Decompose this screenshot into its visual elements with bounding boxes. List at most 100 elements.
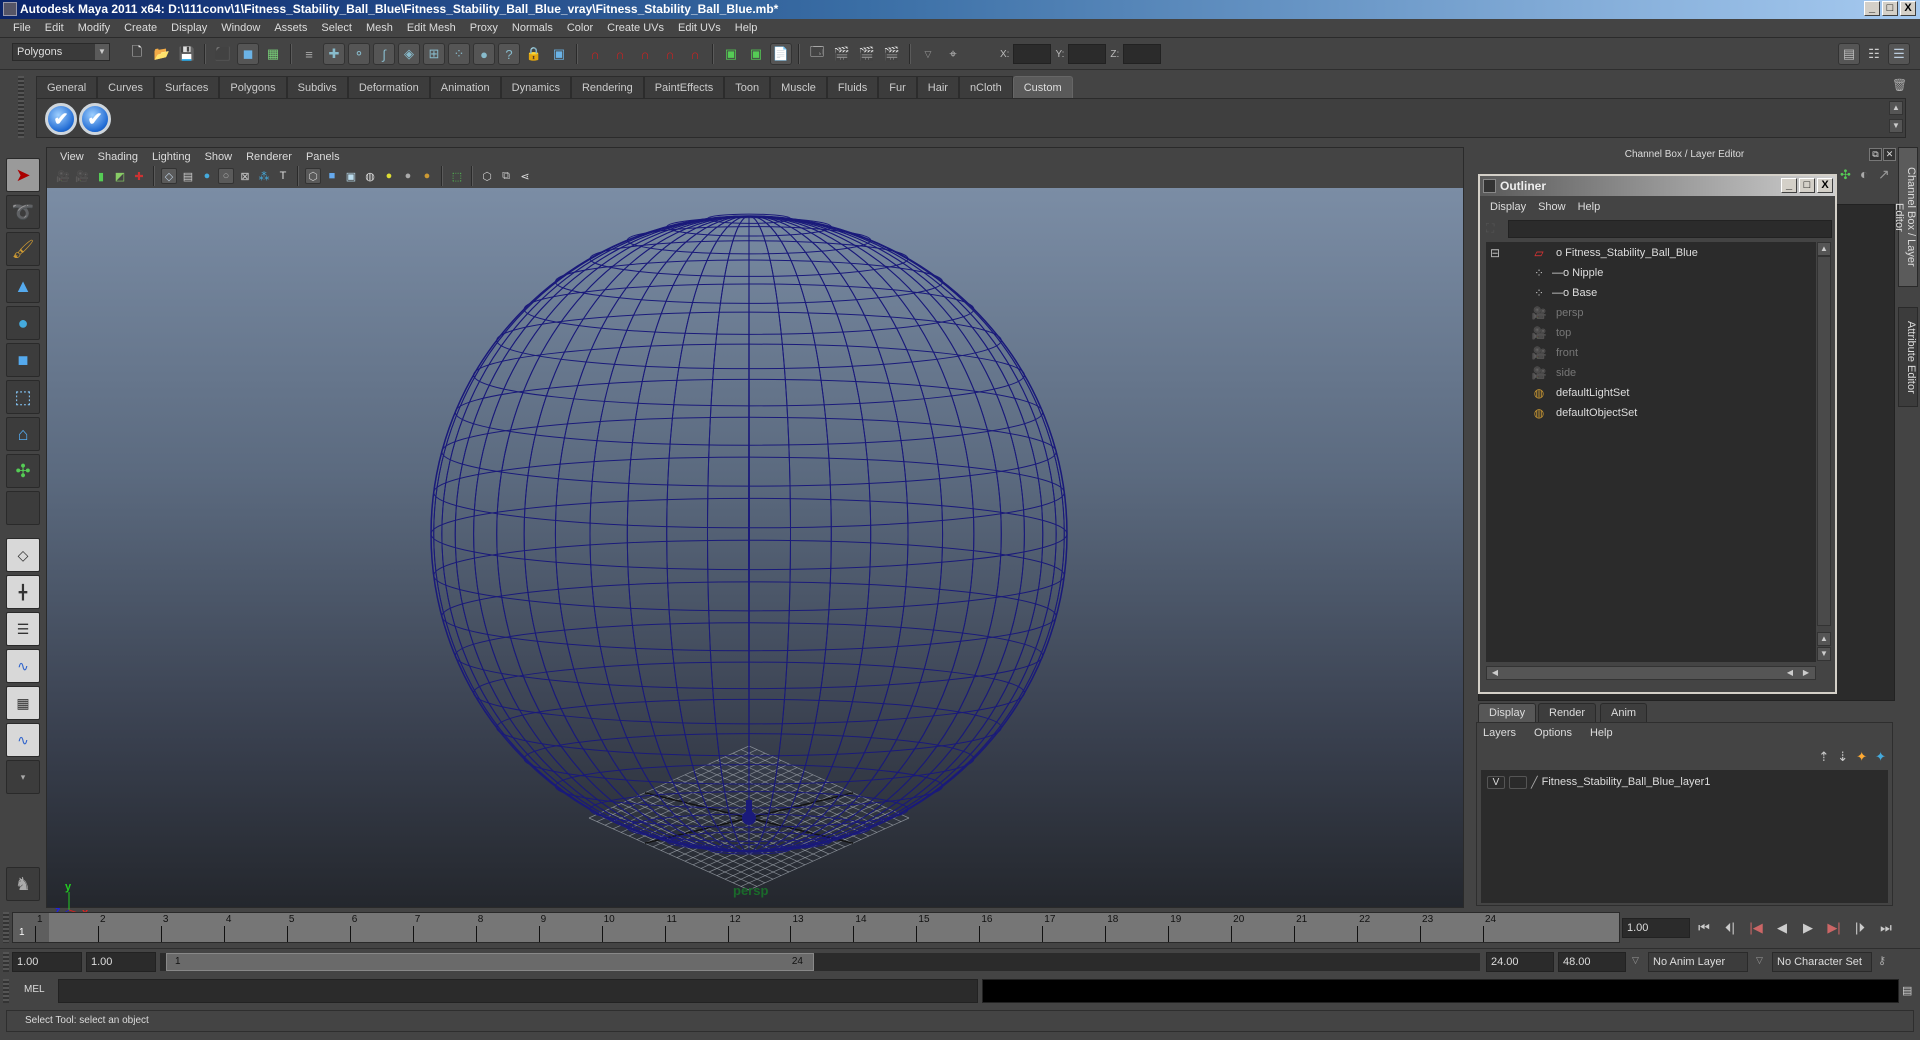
- layout-menu-button[interactable]: ▾: [6, 760, 40, 794]
- shelf-tab-painteffects[interactable]: PaintEffects: [643, 76, 725, 98]
- layer-playback-toggle[interactable]: [1509, 775, 1527, 789]
- shelf-tab-polygons[interactable]: Polygons: [219, 76, 287, 98]
- lasso-tool-button[interactable]: ➰: [6, 195, 40, 229]
- minimize-button[interactable]: _: [1864, 1, 1880, 16]
- high-quality-icon[interactable]: ●: [419, 168, 435, 184]
- menu-edit[interactable]: Edit: [38, 22, 71, 34]
- menu-proxy[interactable]: Proxy: [463, 22, 505, 34]
- playback-start-field[interactable]: 1.00: [86, 952, 156, 972]
- collapse-toggle-icon[interactable]: ⊟: [1490, 244, 1500, 262]
- viewport-menu-renderer[interactable]: Renderer: [239, 151, 299, 163]
- safe-title-icon[interactable]: T: [275, 168, 291, 184]
- select-dynamics-icon[interactable]: ⁘: [448, 43, 470, 65]
- key-icon[interactable]: ⚷: [1878, 954, 1886, 967]
- perspective-viewport[interactable]: View Shading Lighting Show Renderer Pane…: [46, 147, 1464, 918]
- absolute-transform-icon[interactable]: ⌖: [942, 43, 964, 65]
- move-layer-down-icon[interactable]: ⇣: [1837, 749, 1848, 765]
- xray-icon[interactable]: ⬡: [479, 168, 495, 184]
- make-live-icon[interactable]: ∩: [684, 43, 706, 65]
- show-attribute-editor-icon[interactable]: ▤: [1838, 43, 1860, 65]
- step-back-key-icon[interactable]: |◀: [1746, 920, 1766, 936]
- checkmark-shelf-button-1[interactable]: ✔: [45, 103, 77, 135]
- scale-tool-button[interactable]: ■: [6, 343, 40, 377]
- close-panel-button[interactable]: ✕: [1883, 148, 1896, 161]
- shadows-icon[interactable]: ●: [400, 168, 416, 184]
- shelf-tab-fluids[interactable]: Fluids: [826, 76, 879, 98]
- wireframe-on-shaded-icon[interactable]: ▣: [343, 168, 359, 184]
- render-settings-icon[interactable]: 🎬: [881, 43, 903, 65]
- resolution-gate-icon[interactable]: ●: [199, 168, 215, 184]
- range-slider-thumb[interactable]: 1 24: [166, 953, 814, 971]
- outliner-menu-show[interactable]: Show: [1534, 201, 1574, 213]
- persp-graph-outliner-button[interactable]: ∿: [6, 723, 40, 757]
- filter-icon[interactable]: ⛶: [1486, 221, 1494, 236]
- open-scene-icon[interactable]: 📂: [151, 43, 173, 65]
- scroll-up-button-2[interactable]: ▲: [1817, 632, 1831, 646]
- playback-end-field[interactable]: 24.00: [1486, 952, 1554, 972]
- play-backwards-icon[interactable]: ◀: [1772, 920, 1792, 936]
- y-field[interactable]: [1068, 44, 1107, 64]
- shelf-tab-hair[interactable]: Hair: [916, 76, 959, 98]
- close-button[interactable]: X: [1900, 1, 1916, 16]
- shelf-tab-animation[interactable]: Animation: [429, 76, 501, 98]
- checkmark-shelf-button-2[interactable]: ✔: [79, 103, 111, 135]
- menu-window[interactable]: Window: [214, 22, 267, 34]
- menu-color[interactable]: Color: [560, 22, 600, 34]
- xray-joints-icon[interactable]: ⧉: [498, 168, 514, 184]
- four-view-button[interactable]: ╋: [6, 575, 40, 609]
- input-line-menu-icon[interactable]: ▽: [917, 43, 939, 65]
- outliner-minimize-button[interactable]: _: [1781, 178, 1797, 193]
- outliner-menu-display[interactable]: Display: [1486, 201, 1534, 213]
- layer-name[interactable]: Fitness_Stability_Ball_Blue_layer1: [1542, 776, 1711, 788]
- viewport-menu-show[interactable]: Show: [198, 151, 240, 163]
- time-slider[interactable]: 1 2 3 4 5 6 7 8 9 10 11 12 13 14 15 16 17 18 19 20 21 22 23 24 …: [12, 912, 1620, 943]
- outliner-item[interactable]: 🎥 top: [1486, 324, 1816, 342]
- grid-icon[interactable]: ◇: [161, 168, 177, 184]
- layer-tab-anim[interactable]: Anim: [1600, 703, 1648, 722]
- snap-to-curves-icon[interactable]: ∩: [609, 43, 631, 65]
- character-set-dropdown[interactable]: No Character Set: [1772, 952, 1872, 972]
- viewport-menu-lighting[interactable]: Lighting: [145, 151, 198, 163]
- new-scene-icon[interactable]: 🗋: [126, 43, 148, 65]
- construction-history-icon[interactable]: 📄: [770, 43, 792, 65]
- scroll-down-button[interactable]: ▼: [1817, 647, 1831, 661]
- outliner-vertical-scrollbar[interactable]: ▲ ▲ ▼: [1817, 242, 1831, 662]
- menu-modify[interactable]: Modify: [71, 22, 117, 34]
- scrollbar-thumb[interactable]: [1817, 256, 1831, 626]
- shelf-scroll-down[interactable]: ▼: [1889, 119, 1903, 133]
- save-scene-icon[interactable]: 💾: [176, 43, 198, 65]
- menu-edit-mesh[interactable]: Edit Mesh: [400, 22, 463, 34]
- render-current-frame-icon[interactable]: 🎬: [831, 43, 853, 65]
- outliner-title-bar[interactable]: Outliner _ □ X: [1480, 176, 1835, 196]
- outliner-horizontal-scrollbar[interactable]: ◀ ◀ ▶: [1486, 666, 1816, 680]
- range-slider[interactable]: 1 24: [160, 953, 1480, 971]
- chevron-down-icon[interactable]: ▽: [1632, 955, 1639, 966]
- camera-attributes-icon[interactable]: 🎥: [74, 168, 90, 184]
- menu-create[interactable]: Create: [117, 22, 164, 34]
- viewport-menu-panels[interactable]: Panels: [299, 151, 347, 163]
- last-tool-button[interactable]: [6, 491, 40, 525]
- shelf-tab-custom[interactable]: Custom: [1012, 76, 1073, 98]
- persp-outliner-button[interactable]: ☰: [6, 612, 40, 646]
- paint-select-tool-button[interactable]: 🖌: [6, 232, 40, 266]
- layer-menu-help[interactable]: Help: [1590, 727, 1613, 739]
- trash-icon[interactable]: 🗑: [1892, 78, 1907, 92]
- shelf-tab-curves[interactable]: Curves: [97, 76, 154, 98]
- safe-action-icon[interactable]: ⁂: [256, 168, 272, 184]
- select-joints-icon[interactable]: ⚬: [348, 43, 370, 65]
- select-curves-icon[interactable]: ∫: [373, 43, 395, 65]
- outliner-item[interactable]: ◍ defaultLightSet: [1486, 384, 1816, 402]
- scroll-right-button[interactable]: ▶: [1799, 667, 1813, 679]
- select-by-hierarchy-icon[interactable]: ⬛: [212, 43, 234, 65]
- menu-help[interactable]: Help: [728, 22, 765, 34]
- field-chart-icon[interactable]: ⊠: [237, 168, 253, 184]
- menu-mesh[interactable]: Mesh: [359, 22, 400, 34]
- ipr-render-icon[interactable]: 🎬: [856, 43, 878, 65]
- shelf-tab-muscle[interactable]: Muscle: [770, 76, 827, 98]
- snap-to-points-icon[interactable]: ∩: [634, 43, 656, 65]
- float-panel-button[interactable]: ⧉: [1869, 148, 1882, 161]
- shelf-tab-surfaces[interactable]: Surfaces: [153, 76, 220, 98]
- select-rendering-icon[interactable]: ●: [473, 43, 495, 65]
- select-tool-button[interactable]: ➤: [6, 158, 40, 192]
- animation-start-field[interactable]: 1.00: [12, 952, 82, 972]
